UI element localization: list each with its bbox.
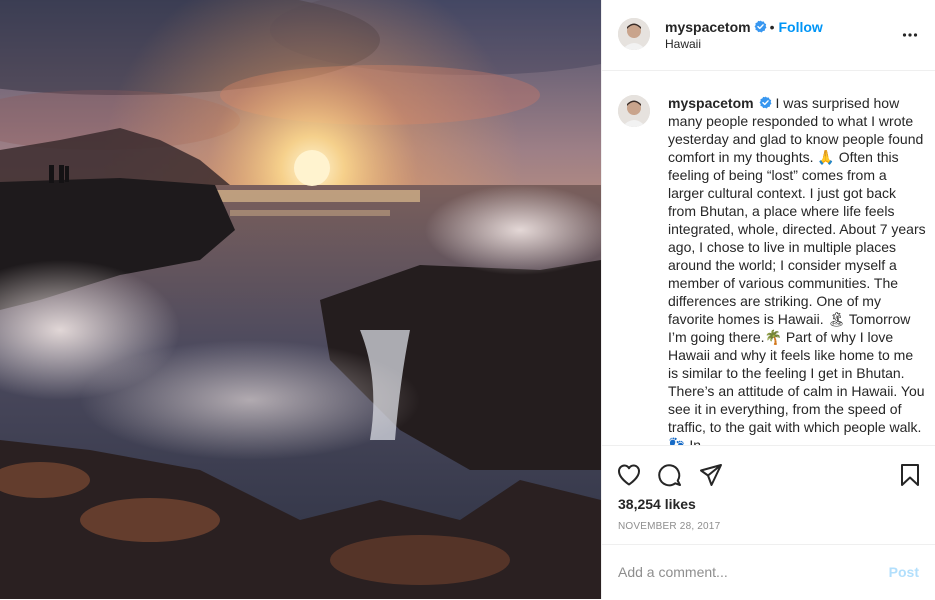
verified-badge-icon [754,20,767,33]
comment-bubble-icon[interactable] [657,462,683,488]
avatar-photo [618,95,650,127]
avatar-photo [618,18,650,50]
verified-badge-icon [759,96,772,109]
more-options-icon[interactable] [902,27,918,43]
paper-plane-icon[interactable] [698,462,724,488]
location-link[interactable]: Hawaii [665,37,701,51]
header-user-line: myspacetom • Follow [665,19,823,35]
caption-username-link[interactable]: myspacetom [668,95,754,111]
likes-count[interactable]: 38,254 likes [618,496,696,512]
caption: myspacetom I was surprised how many peop… [668,94,926,445]
post-date[interactable]: NOVEMBER 28, 2017 [618,521,720,532]
heart-icon[interactable] [616,462,642,488]
caption-text: I was surprised how many people responde… [668,95,926,445]
separator-dot: • [769,19,775,35]
post-comment-button[interactable]: Post [889,564,919,580]
post-header: myspacetom • Follow Hawaii [602,0,935,71]
avatar[interactable] [618,18,650,50]
add-comment-bar: Post [602,544,935,600]
post-actions: 38,254 likes NOVEMBER 28, 2017 Post [602,445,935,599]
comment-input[interactable] [618,561,868,583]
follow-button[interactable]: Follow [779,19,823,35]
username-link[interactable]: myspacetom [665,19,751,35]
sunset-seascape-image [0,0,601,599]
post-side-panel: myspacetom • Follow Hawaii myspacetom I wa… [601,0,935,599]
bookmark-icon[interactable] [897,462,923,488]
comments-section[interactable]: myspacetom I was surprised how many peop… [602,71,935,445]
post-photo[interactable] [0,0,601,599]
avatar[interactable] [618,95,650,127]
